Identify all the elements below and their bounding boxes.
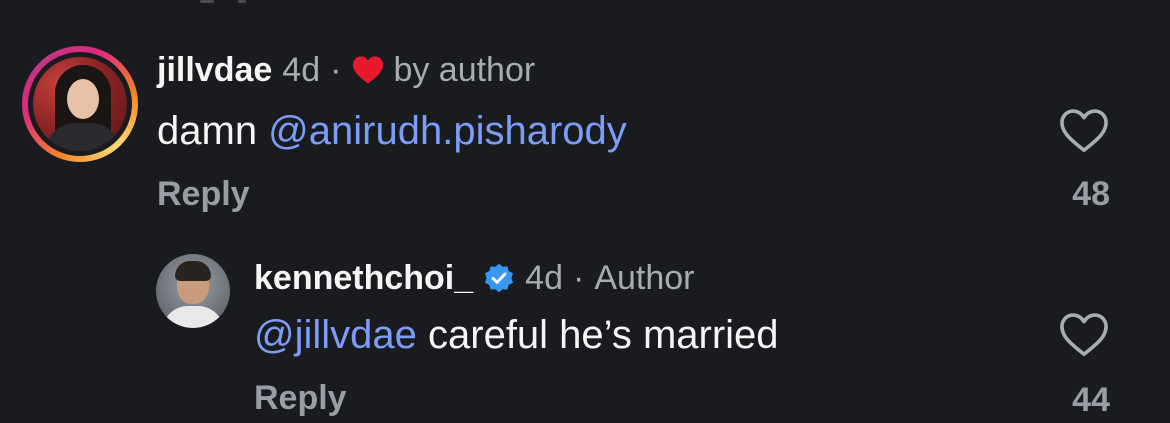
author-label: Author: [594, 259, 695, 297]
comment-item: jillvdae 4d · by author damn @anirudh.pi…: [0, 0, 1170, 230]
separator-dot: ·: [573, 259, 585, 297]
timestamp: 4d: [282, 51, 321, 89]
avatar[interactable]: [156, 254, 230, 328]
mention-link[interactable]: @jillvdae: [254, 313, 417, 357]
liked-by-author-label: by author: [393, 51, 536, 89]
username[interactable]: kennethchoi_: [254, 258, 473, 298]
heart-outline-icon[interactable]: [1058, 312, 1110, 358]
avatar: [33, 57, 127, 151]
username[interactable]: jillvdae: [157, 50, 272, 90]
reply-button[interactable]: Reply: [254, 378, 347, 418]
timestamp: 4d: [525, 259, 563, 297]
comment-text: damn @anirudh.pisharody: [157, 108, 627, 154]
reply-button[interactable]: Reply: [157, 174, 250, 214]
comment-text: @jillvdae careful he’s married: [254, 312, 779, 358]
verified-badge-icon: [485, 263, 514, 293]
like-count: 44: [1072, 381, 1110, 419]
comment-text-suffix: careful he’s married: [416, 313, 779, 357]
like-count: 48: [1072, 175, 1110, 213]
comment-text-prefix: damn: [157, 109, 269, 153]
reply-comment-item: kennethchoi_ 4d · Author @jillvdae caref…: [0, 230, 1170, 423]
comment-meta: kennethchoi_ 4d · Author: [254, 258, 695, 298]
heart-filled-icon: [353, 56, 384, 84]
heart-outline-icon[interactable]: [1058, 108, 1110, 154]
story-ring-avatar[interactable]: [22, 46, 138, 162]
separator-dot: ·: [330, 51, 342, 89]
mention-link[interactable]: @anirudh.pisharody: [268, 109, 627, 153]
comment-meta: jillvdae 4d · by author: [157, 50, 535, 90]
